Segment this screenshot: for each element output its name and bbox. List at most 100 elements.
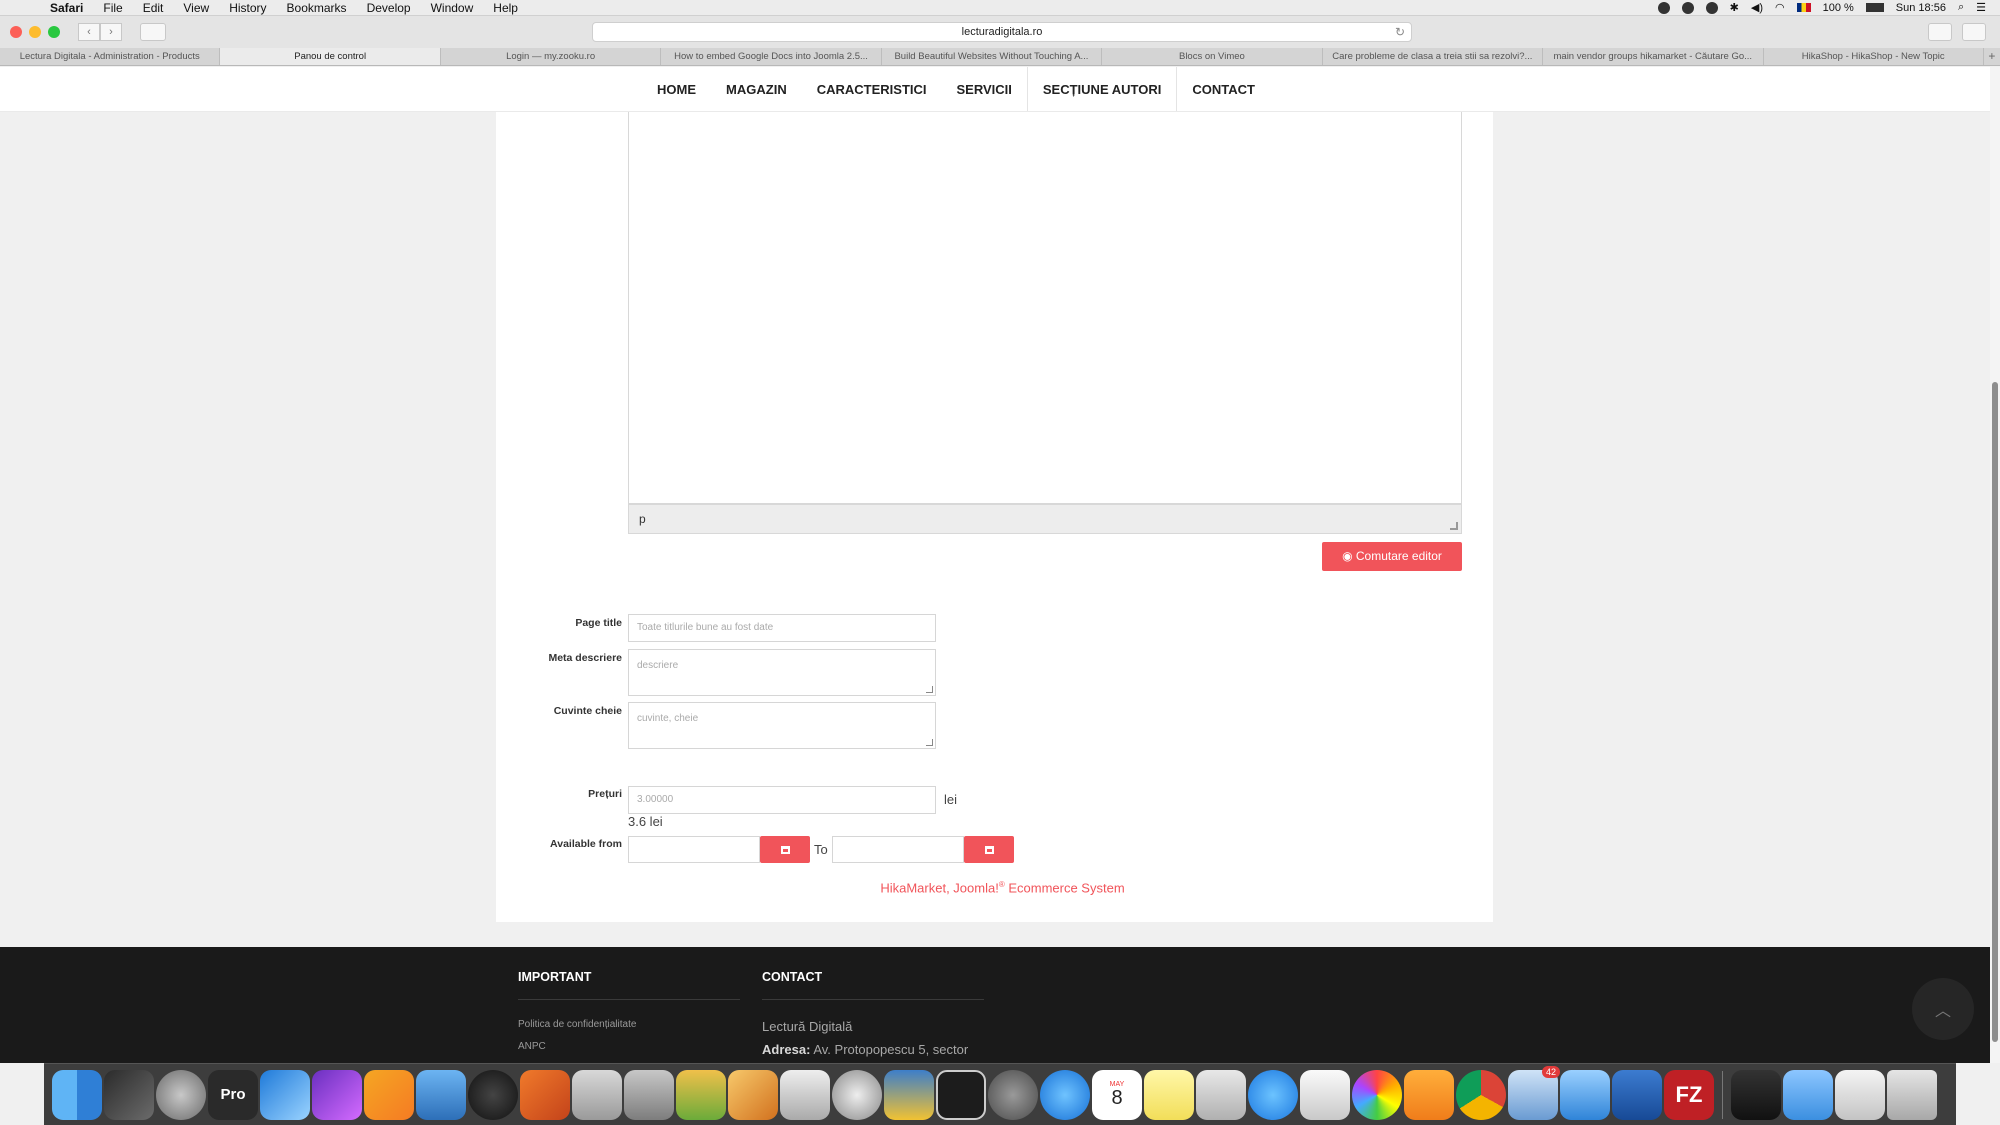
- tab-administration-products[interactable]: Lectura Digitala - Administration - Prod…: [0, 48, 221, 65]
- bluetooth-icon[interactable]: ✱: [1730, 1, 1739, 14]
- nav-sectiune-autori[interactable]: SECȚIUNE AUTORI: [1026, 67, 1178, 111]
- screen-record-icon[interactable]: [1681, 1, 1694, 14]
- textarea-resize-handle[interactable]: [926, 739, 933, 746]
- tab-zooku-login[interactable]: Login — my.zooku.ro: [441, 48, 662, 65]
- html-editor-icon[interactable]: [520, 1069, 570, 1120]
- wifi-icon[interactable]: ◠: [1775, 1, 1785, 14]
- nav-home[interactable]: HOME: [642, 67, 711, 111]
- screenshot-app-icon[interactable]: [572, 1069, 622, 1120]
- notes-icon[interactable]: [1144, 1069, 1194, 1120]
- tab-probleme-clasa[interactable]: Care probleme de clasa a treia stii sa r…: [1323, 48, 1544, 65]
- keynote-icon[interactable]: [416, 1069, 466, 1120]
- textarea-resize-handle[interactable]: [926, 686, 933, 693]
- final-cut-icon[interactable]: [104, 1069, 154, 1120]
- sync-icon[interactable]: [1705, 1, 1718, 14]
- available-from-input[interactable]: [628, 836, 760, 863]
- preview-app-icon[interactable]: [624, 1069, 674, 1120]
- menu-file[interactable]: File: [93, 1, 132, 15]
- compass-app-icon[interactable]: [832, 1069, 882, 1120]
- image-editor-icon[interactable]: [728, 1069, 778, 1120]
- finder-icon[interactable]: [52, 1069, 102, 1120]
- clock[interactable]: Sun 18:56: [1896, 2, 1946, 14]
- new-tab-button[interactable]: +: [1984, 48, 2000, 65]
- scrollbar-thumb[interactable]: [1992, 382, 1998, 1042]
- scroll-to-top-button[interactable]: ︿: [1912, 978, 1974, 1040]
- available-to-input[interactable]: [832, 836, 964, 863]
- battery-label[interactable]: 100 %: [1823, 2, 1854, 14]
- pineapple-app-icon[interactable]: [676, 1069, 726, 1120]
- forward-button[interactable]: ›: [100, 23, 122, 41]
- launchpad-icon[interactable]: [988, 1069, 1038, 1120]
- pro-app-icon[interactable]: Pro: [208, 1069, 258, 1120]
- affinity-photo-icon[interactable]: [312, 1069, 362, 1120]
- calendar-icon[interactable]: MAY 8: [1092, 1069, 1142, 1120]
- footer-link-privacy[interactable]: Politica de confidențialitate: [518, 1019, 636, 1030]
- terminal-stack-icon[interactable]: [1731, 1069, 1781, 1120]
- tab-build-websites[interactable]: Build Beautiful Websites Without Touchin…: [882, 48, 1103, 65]
- app-store-icon[interactable]: [1248, 1069, 1298, 1120]
- textedit-icon[interactable]: [1300, 1069, 1350, 1120]
- close-window-button[interactable]: [10, 26, 22, 38]
- filezilla-icon[interactable]: FZ: [1664, 1069, 1714, 1120]
- address-bar[interactable]: lecturadigitala.ro ↻: [592, 22, 1412, 42]
- w-app-icon[interactable]: [884, 1069, 934, 1120]
- nav-contact[interactable]: CONTACT: [1177, 67, 1270, 111]
- pages-icon[interactable]: [364, 1069, 414, 1120]
- spotlight-search-icon[interactable]: ⌕: [1958, 1, 1964, 14]
- menu-view[interactable]: View: [173, 1, 219, 15]
- keywords-field[interactable]: cuvinte, cheie: [628, 702, 936, 749]
- editor-element-path[interactable]: p: [639, 512, 646, 526]
- editor-resize-handle[interactable]: [1450, 522, 1458, 530]
- tab-overview-button[interactable]: [1962, 23, 1986, 41]
- minimize-window-button[interactable]: [29, 26, 41, 38]
- menu-bookmarks[interactable]: Bookmarks: [277, 1, 357, 15]
- battery-icon[interactable]: [1865, 3, 1884, 12]
- available-to-calendar-button[interactable]: [964, 836, 1014, 863]
- motion-icon[interactable]: [156, 1069, 206, 1120]
- nav-servicii[interactable]: SERVICII: [942, 67, 1027, 111]
- meta-description-field[interactable]: descriere: [628, 649, 936, 696]
- reload-icon[interactable]: ↻: [1395, 23, 1405, 41]
- tab-embed-google-docs[interactable]: How to embed Google Docs into Joomla 2.5…: [661, 48, 882, 65]
- toggle-editor-button[interactable]: ◉ Comutare editor: [1322, 542, 1462, 571]
- tab-blocs-vimeo[interactable]: Blocs on Vimeo: [1102, 48, 1323, 65]
- back-button[interactable]: ‹: [78, 23, 100, 41]
- photos-icon[interactable]: [1352, 1069, 1402, 1120]
- photo-booth-icon[interactable]: [468, 1069, 518, 1120]
- safari-icon[interactable]: [1040, 1069, 1090, 1120]
- status-app-icon[interactable]: [1657, 1, 1670, 14]
- page-title-input[interactable]: Toate titlurile bune au fost date: [628, 614, 936, 642]
- description-editor[interactable]: [628, 112, 1462, 504]
- menu-window[interactable]: Window: [421, 1, 484, 15]
- hikamarket-credit-link[interactable]: HikaMarket, Joomla!® Ecommerce System: [496, 880, 1493, 895]
- volume-icon[interactable]: ◀): [1751, 1, 1763, 14]
- share-button[interactable]: [1928, 23, 1952, 41]
- applications-folder-icon[interactable]: [1783, 1069, 1833, 1120]
- ibooks-icon[interactable]: [1404, 1069, 1454, 1120]
- notification-center-icon[interactable]: ☰: [1976, 1, 1986, 14]
- coda-icon[interactable]: [936, 1069, 986, 1120]
- remote-desktop-icon[interactable]: [1612, 1069, 1662, 1120]
- menu-develop[interactable]: Develop: [357, 1, 421, 15]
- network-app-icon[interactable]: [1560, 1069, 1610, 1120]
- tab-hikamarket-search[interactable]: main vendor groups hikamarket - Căutare …: [1543, 48, 1764, 65]
- available-from-calendar-button[interactable]: [760, 836, 810, 863]
- nav-caracteristici[interactable]: CARACTERISTICI: [802, 67, 942, 111]
- menu-edit[interactable]: Edit: [133, 1, 174, 15]
- price-input[interactable]: 3.00000: [628, 786, 936, 814]
- image-capture-icon[interactable]: [1196, 1069, 1246, 1120]
- zoom-window-button[interactable]: [48, 26, 60, 38]
- menu-history[interactable]: History: [219, 1, 276, 15]
- tab-hikashop-new-topic[interactable]: HikaShop - HikaShop - New Topic: [1764, 48, 1984, 65]
- page-scrollbar[interactable]: [1990, 67, 2000, 1063]
- trash-icon[interactable]: [1887, 1069, 1937, 1120]
- mail-stamp-icon[interactable]: [780, 1069, 830, 1120]
- mail-icon[interactable]: 42: [1508, 1065, 1560, 1120]
- sidebar-toggle-button[interactable]: [140, 23, 166, 41]
- menu-safari[interactable]: Safari: [40, 1, 93, 15]
- menu-help[interactable]: Help: [483, 1, 528, 15]
- documents-stack-icon[interactable]: [1835, 1069, 1885, 1120]
- chrome-icon[interactable]: [1456, 1069, 1506, 1120]
- affinity-designer-icon[interactable]: [260, 1069, 310, 1120]
- footer-link-anpc[interactable]: ANPC: [518, 1041, 546, 1052]
